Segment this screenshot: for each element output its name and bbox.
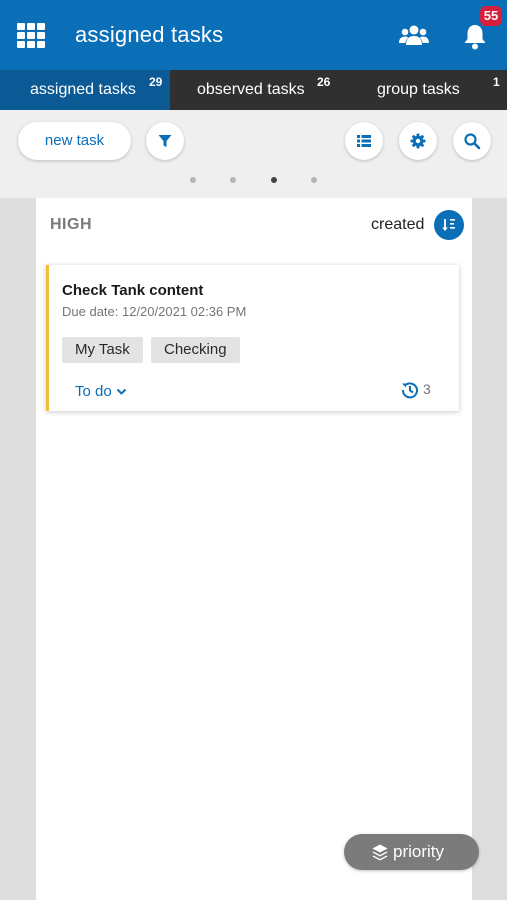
app-header: assigned tasks 55 bbox=[0, 0, 507, 70]
page-dot[interactable] bbox=[311, 177, 317, 183]
task-tag: My Task bbox=[62, 337, 143, 363]
page-dot[interactable] bbox=[190, 177, 196, 183]
sort-icon bbox=[442, 219, 455, 231]
users-icon[interactable] bbox=[399, 24, 429, 46]
filter-icon bbox=[158, 135, 172, 147]
tab-count: 1 bbox=[493, 75, 500, 89]
column-title: HIGH bbox=[50, 216, 92, 233]
priority-label: priority bbox=[393, 842, 445, 861]
search-button[interactable] bbox=[453, 122, 491, 160]
settings-icon bbox=[410, 133, 426, 149]
apps-grid-icon[interactable] bbox=[17, 23, 45, 49]
search-icon bbox=[464, 133, 481, 150]
history-count: 3 bbox=[423, 381, 431, 397]
toolbar: new task bbox=[0, 110, 507, 198]
bell-icon[interactable] bbox=[462, 22, 488, 50]
page-title: assigned tasks bbox=[75, 22, 224, 47]
tab-observed-tasks[interactable]: observed tasks 26 bbox=[170, 70, 355, 110]
page-indicator bbox=[0, 177, 507, 185]
sort-label: created bbox=[371, 216, 425, 233]
settings-button[interactable] bbox=[399, 122, 437, 160]
history-button[interactable]: 3 bbox=[401, 381, 431, 399]
sort-button[interactable] bbox=[434, 210, 464, 240]
tab-group-tasks[interactable]: group tasks 1 bbox=[355, 70, 507, 110]
priority-button[interactable]: priority bbox=[344, 834, 479, 870]
tab-count: 29 bbox=[149, 75, 163, 89]
chevron-down-icon bbox=[116, 388, 126, 395]
list-view-button[interactable] bbox=[345, 122, 383, 160]
new-task-button[interactable]: new task bbox=[18, 122, 131, 160]
tab-label: group tasks bbox=[377, 81, 460, 98]
priority-column: HIGH created Check Tank content Due date… bbox=[36, 198, 472, 900]
previous-column-edge bbox=[0, 198, 36, 900]
tab-label: assigned tasks bbox=[30, 81, 136, 98]
task-card[interactable]: Check Tank content Due date: 12/20/2021 … bbox=[46, 265, 459, 411]
task-due-date: Due date: 12/20/2021 02:36 PM bbox=[62, 304, 247, 319]
task-title: Check Tank content bbox=[62, 282, 204, 299]
list-view-icon bbox=[357, 135, 371, 147]
tab-count: 26 bbox=[317, 75, 331, 89]
tab-bar: assigned tasks 29 observed tasks 26 grou… bbox=[0, 70, 507, 110]
history-icon bbox=[401, 382, 418, 399]
status-dropdown[interactable]: To do bbox=[75, 383, 127, 400]
page-dot[interactable] bbox=[230, 177, 236, 183]
layers-icon bbox=[372, 844, 388, 861]
tab-label: observed tasks bbox=[197, 81, 305, 98]
next-column-edge bbox=[472, 198, 507, 900]
tab-assigned-tasks[interactable]: assigned tasks 29 bbox=[0, 70, 170, 110]
task-tag: Checking bbox=[151, 337, 240, 363]
notification-badge: 55 bbox=[480, 6, 502, 26]
page-dot-active[interactable] bbox=[271, 177, 277, 183]
status-label: To do bbox=[75, 383, 112, 400]
filter-button[interactable] bbox=[146, 122, 184, 160]
